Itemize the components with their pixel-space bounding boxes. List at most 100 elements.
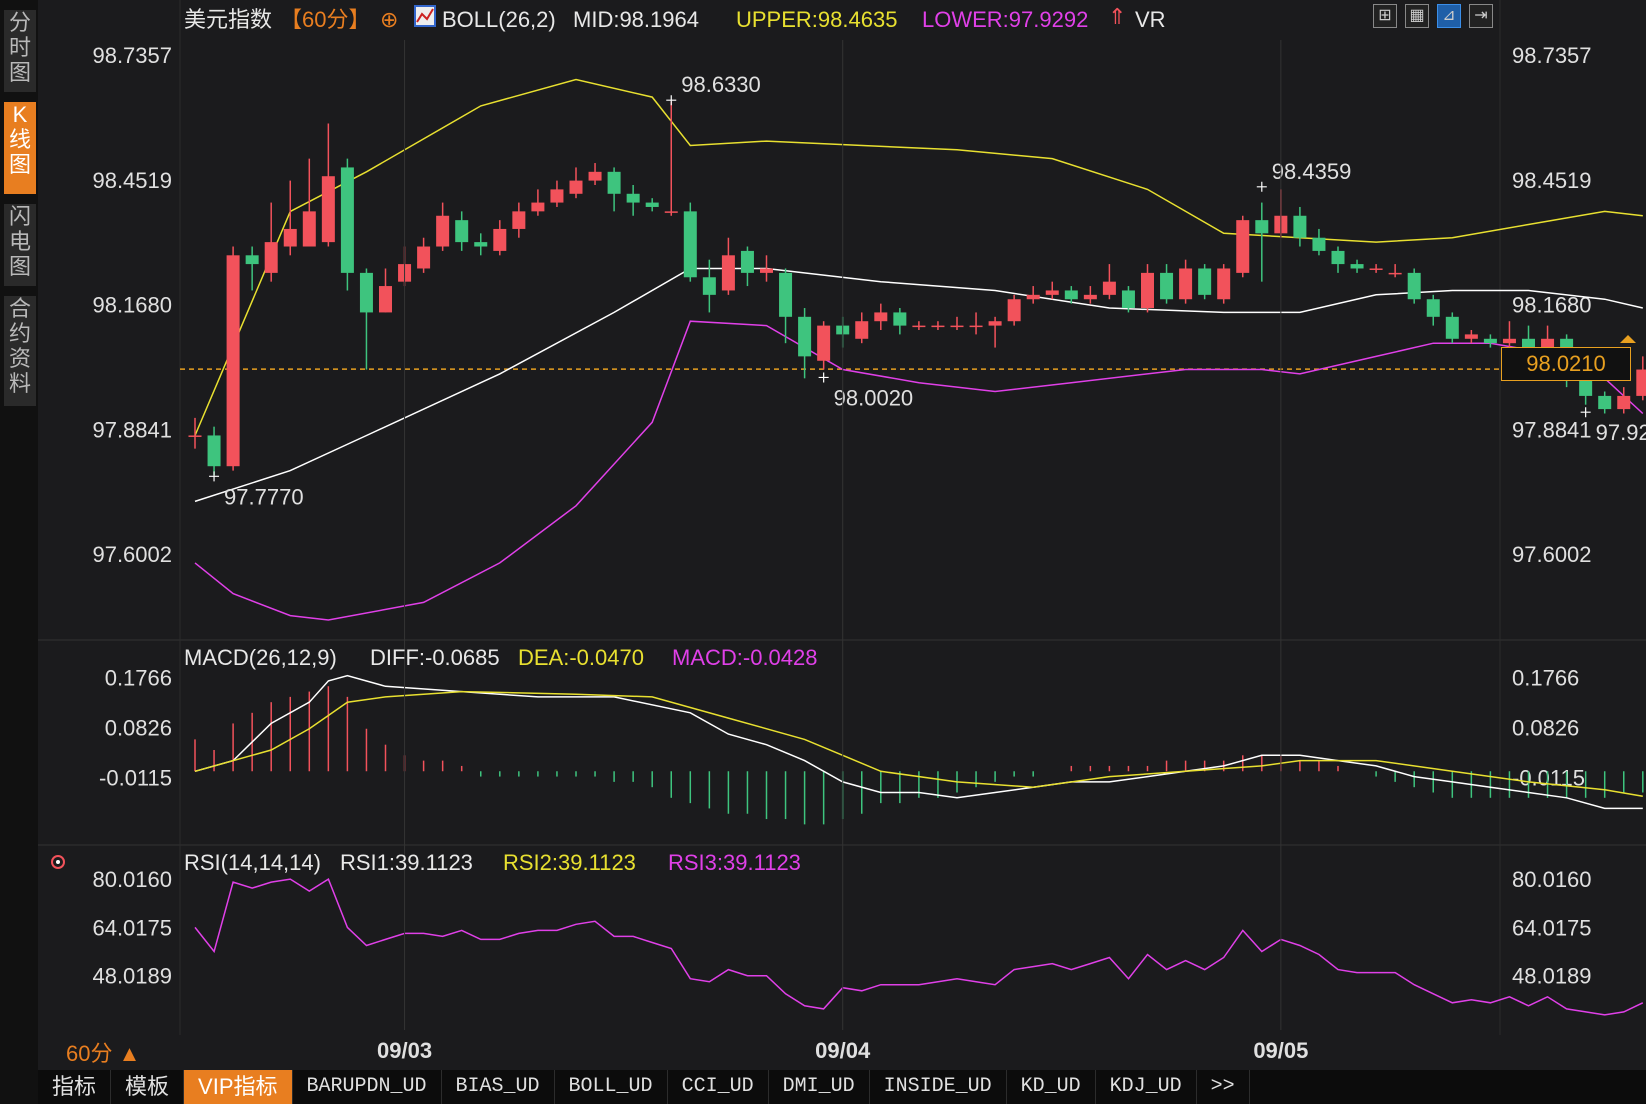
candle-body: [721, 255, 735, 291]
table-icon[interactable]: ▦: [1405, 4, 1429, 28]
candle-body: [1483, 338, 1497, 344]
price-axis-right-tick: 97.8841: [1512, 417, 1592, 442]
candle-body: [1502, 338, 1516, 344]
candle-body: [207, 435, 221, 467]
indicator-tab-1[interactable]: 模板: [111, 1070, 185, 1104]
rsi2-label: RSI2:39.1123: [503, 850, 636, 875]
price-pointer-icon: [1620, 335, 1636, 343]
candle-body: [359, 272, 373, 313]
candle-body: [1464, 334, 1478, 339]
indicator-tab-9[interactable]: KD_UD: [1007, 1070, 1096, 1104]
tab-contract-info[interactable]: 合 约 资 料: [4, 296, 36, 406]
rsi-axis-right-tick: 80.0160: [1512, 867, 1592, 892]
candle-body: [1388, 272, 1402, 275]
candle-body: [626, 193, 640, 203]
candle-body: [1350, 264, 1364, 269]
candle-body: [550, 189, 564, 203]
rsi3-label: RSI3:39.1123: [668, 850, 801, 875]
indicator-tab-3[interactable]: BARUPDN_UD: [293, 1070, 442, 1104]
macd-axis-left-tick: 0.1766: [105, 665, 172, 690]
candle-body: [1064, 290, 1078, 300]
left-sidebar: 分 时 图 K 线 图 闪 电 图 合 约 资 料: [0, 0, 38, 1104]
indicator-tab-0[interactable]: 指标: [38, 1070, 112, 1104]
vr-label[interactable]: VR: [1135, 7, 1166, 32]
candle-body: [1598, 395, 1612, 410]
boll-upper-label: UPPER:98.4635: [736, 7, 897, 32]
indicator-tab-7[interactable]: DMI_UD: [769, 1070, 870, 1104]
indicator-tab-8[interactable]: INSIDE_UD: [870, 1070, 1007, 1104]
up-arrow-icon: ⇑: [1108, 4, 1126, 29]
settings-icon[interactable]: ⊕: [380, 7, 398, 32]
boll-mid-label: MID:98.1964: [573, 7, 699, 32]
rsi-marker-dot: [56, 860, 60, 864]
candle-body: [874, 312, 888, 322]
indicator-tab-5[interactable]: BOLL_UD: [555, 1070, 668, 1104]
candle-body: [702, 277, 716, 295]
indicator-tab-6[interactable]: CCI_UD: [668, 1070, 769, 1104]
candle-body: [379, 286, 392, 313]
current-price-tag: 98.0210: [1501, 347, 1631, 381]
indicator-tab-11[interactable]: >>: [1197, 1070, 1250, 1104]
rsi-pane: 80.0160 80.0160 64.0175 64.0175 48.0189 48.01…: [92, 867, 1644, 1016]
candle-body: [912, 325, 926, 328]
tab-kline[interactable]: K 线 图: [4, 102, 36, 194]
candle-body: [664, 211, 678, 213]
candle-body: [1636, 369, 1646, 396]
candle-body: [455, 220, 469, 243]
candle-body: [1141, 272, 1154, 309]
candle-body: [1179, 268, 1193, 300]
chart-icon[interactable]: ⊿: [1437, 4, 1461, 28]
date-tick-label: 09/05: [1253, 1038, 1308, 1063]
price-pane: 98.7357 98.735798.4519 98.451998.1680 98.16…: [92, 43, 1646, 621]
candle-body: [798, 316, 812, 357]
candle-body: [950, 325, 964, 328]
chart-period-label[interactable]: 【60分】: [280, 7, 370, 32]
price-axis-left-tick: 97.8841: [92, 417, 172, 442]
exit-icon[interactable]: ⇥: [1469, 4, 1493, 28]
price-axis-left-tick: 98.1680: [92, 293, 172, 318]
candle-body: [1007, 299, 1021, 322]
candle-body: [1236, 220, 1250, 273]
candle-body: [188, 435, 202, 437]
date-tick-label: 09/03: [377, 1038, 432, 1063]
candle-body: [302, 211, 316, 247]
candle-body: [569, 180, 583, 194]
chart-window: 美元指数 【60分】 ⊕ BOLL(26,2) MID:98.1964 UPPE…: [0, 0, 1646, 1104]
candle-body: [1121, 290, 1135, 309]
candle-body: [760, 268, 773, 273]
rsi-axis-left-tick: 64.0175: [92, 915, 172, 940]
extreme-price-label: 97.7770: [224, 484, 304, 509]
boll-label: BOLL(26,2): [442, 7, 556, 32]
candle-body: [226, 255, 240, 467]
indicator-tab-4[interactable]: BIAS_UD: [442, 1070, 555, 1104]
chart-title: 美元指数: [184, 7, 272, 32]
candle-body: [264, 242, 278, 273]
period-selector[interactable]: 60分 ▲: [66, 1036, 140, 1068]
tab-time-sharing[interactable]: 分 时 图: [4, 10, 36, 92]
tab-flash-chart[interactable]: 闪 电 图: [4, 204, 36, 286]
date-tick-label: 09/04: [815, 1038, 871, 1063]
rsi-axis-left-tick: 48.0189: [92, 964, 172, 989]
macd-axis-left-tick: 0.0826: [105, 715, 172, 740]
candle-body: [779, 272, 793, 317]
candle-body: [740, 250, 754, 273]
candle-body: [645, 202, 659, 207]
extreme-price-label: 98.6330: [681, 72, 761, 97]
indicator-tab-10[interactable]: KDJ_UD: [1096, 1070, 1197, 1104]
candle-body: [1445, 316, 1459, 339]
extreme-price-label: 98.0020: [834, 385, 914, 410]
rsi-axis-right-tick: 64.0175: [1512, 915, 1592, 940]
candle-body: [436, 215, 450, 247]
indicator-tab-2[interactable]: VIP指标: [184, 1070, 293, 1104]
x-axis: 09/03 09/04 09/05: [377, 40, 1308, 1063]
boll-mid-line: [194, 267, 1643, 503]
grid-icon[interactable]: ⊞: [1373, 4, 1397, 28]
chart-canvas[interactable]: 美元指数 【60分】 ⊕ BOLL(26,2) MID:98.1964 UPPE…: [0, 0, 1646, 1104]
macd-axis-right-tick: 0.1766: [1512, 665, 1579, 690]
rsi-line: [194, 877, 1644, 1016]
extreme-price-label: 97.9229: [1596, 420, 1646, 445]
candle-body: [1102, 281, 1116, 295]
boll-lower-line: [194, 320, 1644, 621]
extreme-marker: [1580, 407, 1591, 418]
candle-body: [893, 312, 907, 326]
